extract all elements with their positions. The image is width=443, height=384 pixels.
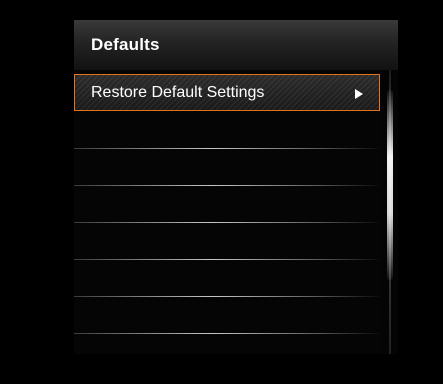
row-divider (74, 296, 380, 297)
menu-item-label: Restore Default Settings (91, 84, 265, 101)
row-divider (74, 148, 380, 149)
menu-item-empty[interactable] (74, 259, 380, 296)
scrollbar-thumb[interactable] (387, 90, 393, 280)
menu-item-empty[interactable] (74, 148, 380, 185)
defaults-menu-panel: Defaults Restore Default Settings (74, 20, 398, 354)
row-divider (74, 185, 380, 186)
row-divider (74, 259, 380, 260)
menu-item-empty[interactable] (74, 222, 380, 259)
menu-item-empty[interactable] (74, 111, 380, 148)
screen: Defaults Restore Default Settings (0, 0, 443, 384)
menu-header: Defaults (74, 20, 398, 70)
page-title: Defaults (91, 35, 160, 54)
row-divider (74, 222, 380, 223)
menu-list: Restore Default Settings (74, 74, 380, 334)
menu-item-restore-default-settings[interactable]: Restore Default Settings (74, 74, 380, 111)
menu-item-empty[interactable] (74, 296, 380, 333)
menu-item-empty[interactable] (74, 185, 380, 222)
row-divider (74, 333, 380, 334)
arrow-right-icon (355, 89, 363, 99)
scrollbar[interactable] (382, 70, 398, 354)
